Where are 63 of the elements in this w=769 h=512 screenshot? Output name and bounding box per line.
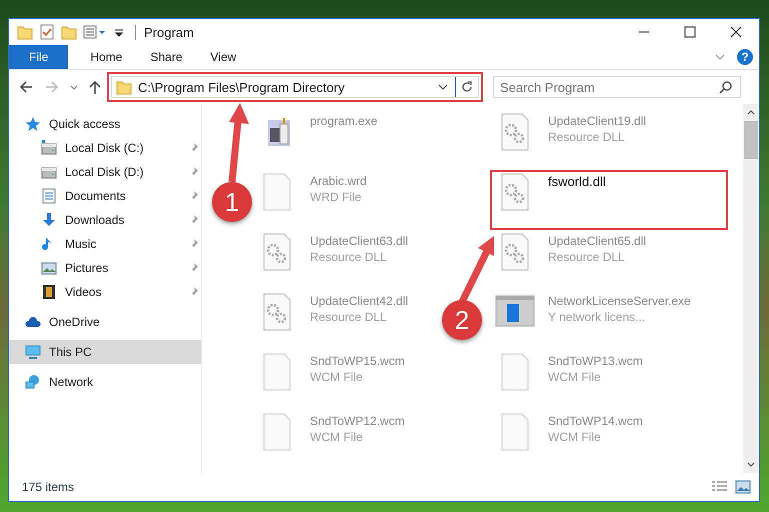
document-icon — [41, 188, 57, 204]
file-type: WCM File — [310, 430, 364, 444]
ribbon-tab[interactable]: Home — [76, 45, 136, 69]
file-type: Resource DLL — [548, 250, 626, 264]
sidebar-item[interactable]: Quick access — [9, 112, 201, 136]
file-name: UpdateClient19.dll — [548, 114, 646, 128]
file-name: SndToWP12.wcm — [310, 414, 405, 428]
file-type: WCM File — [310, 370, 364, 384]
sidebar-item[interactable]: Downloads — [9, 208, 201, 232]
file-name: UpdateClient65.dll — [548, 234, 646, 248]
file-name: SndToWP13.wcm — [548, 354, 643, 368]
ribbon-tab[interactable]: Share — [136, 45, 196, 69]
file-name: program.exe — [310, 114, 378, 128]
file-type: Y network licens... — [548, 310, 646, 324]
folder-icon[interactable] — [61, 24, 77, 40]
window-title: Program — [135, 24, 621, 40]
file-type: WCM File — [548, 430, 602, 444]
up-arrow-icon[interactable] — [87, 78, 103, 96]
properties-icon[interactable] — [83, 24, 107, 40]
download-arrow-icon — [41, 212, 57, 228]
sidebar-item[interactable]: Network — [9, 370, 201, 394]
drive-icon — [41, 140, 57, 156]
sidebar-item[interactable]: Local Disk (C:) — [9, 136, 201, 160]
search-icon[interactable] — [719, 80, 733, 94]
sidebar-item[interactable]: Documents — [9, 184, 201, 208]
file-type: Resource DLL — [310, 310, 388, 324]
file-name: Arabic.wrd — [310, 174, 367, 188]
file-name: SndToWP14.wcm — [548, 414, 643, 428]
globe-monitor-icon — [25, 374, 41, 390]
monitor-icon — [25, 344, 41, 360]
ribbon-tab[interactable]: View — [196, 45, 250, 69]
folder-icon[interactable] — [17, 24, 33, 40]
file-name: UpdateClient63.dll — [310, 234, 408, 248]
file-name: SndToWP15.wcm — [310, 354, 405, 368]
search-field[interactable]: Search Program — [493, 76, 741, 98]
sidebar-item[interactable]: OneDrive — [9, 310, 201, 334]
file-type: Resource DLL — [310, 250, 388, 264]
item-count: 175 items — [22, 480, 74, 494]
sidebar-item[interactable]: Videos — [9, 280, 201, 304]
help-button[interactable]: ? — [737, 49, 753, 65]
sidebar-item[interactable]: Pictures — [9, 256, 201, 280]
file-type: WCM File — [548, 370, 602, 384]
file-name: NetworkLicenseServer.exe — [548, 294, 691, 308]
sidebar-item[interactable]: Music — [9, 232, 201, 256]
checklist-icon[interactable] — [39, 24, 55, 40]
sidebar-item[interactable]: Local Disk (D:) — [9, 160, 201, 184]
file-name: fsworld.dll — [548, 174, 606, 189]
refresh-icon — [460, 80, 474, 94]
film-icon — [41, 284, 57, 300]
picture-icon — [41, 260, 57, 276]
file-item[interactable]: fsworld.dll — [490, 170, 728, 230]
file-type: WRD File — [310, 190, 362, 204]
large-icons-view-icon[interactable] — [735, 480, 751, 494]
file-name: UpdateClient42.dll — [310, 294, 408, 308]
file-type: Resource DLL — [548, 130, 626, 144]
star-icon — [25, 116, 41, 132]
cloud-icon — [25, 314, 41, 330]
scrollbar-thumb[interactable] — [744, 121, 758, 159]
ribbon-tab[interactable]: File — [9, 45, 68, 69]
folder-icon — [116, 79, 132, 95]
address-path: C:\Program Files\Program Directory — [138, 80, 346, 94]
sidebar-item[interactable]: This PC — [9, 340, 201, 364]
scrollbar[interactable] — [743, 104, 759, 473]
